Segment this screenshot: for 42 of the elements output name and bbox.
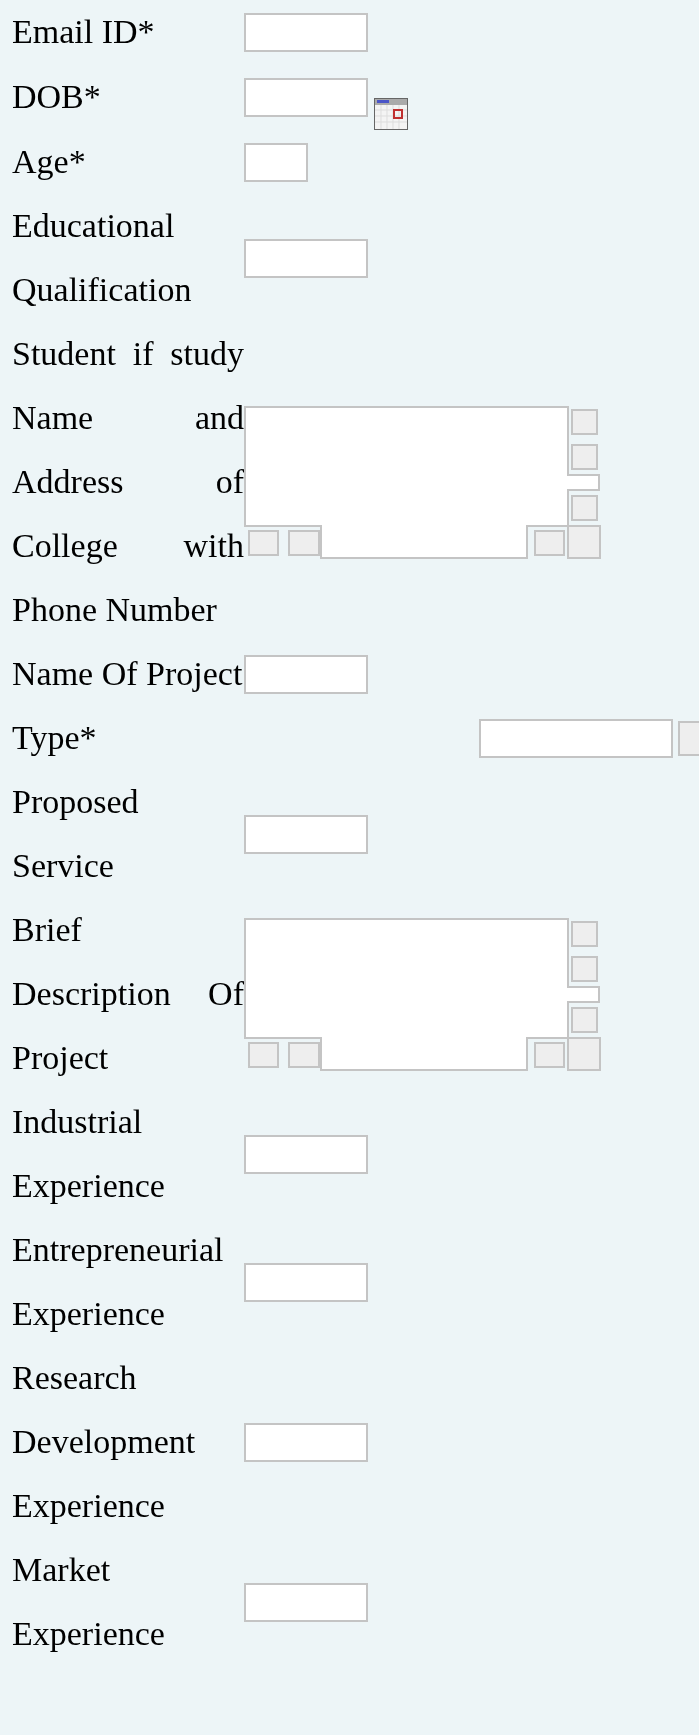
input-field[interactable] xyxy=(244,654,368,694)
text-area[interactable] xyxy=(244,917,600,1071)
text-area[interactable] xyxy=(244,405,600,559)
field-label: Brief Description Of Project xyxy=(12,910,244,1078)
input-field[interactable] xyxy=(244,1262,368,1302)
toolbar-button[interactable] xyxy=(534,529,565,556)
field-label: Name Of Project xyxy=(12,654,244,694)
input-field[interactable] xyxy=(244,1422,368,1462)
input-field[interactable] xyxy=(244,77,368,117)
field-label: Student if study Name and Address of College with Phone Number xyxy=(12,334,244,630)
toolbar-button[interactable] xyxy=(571,955,598,982)
toolbar-button[interactable] xyxy=(248,529,279,556)
input-field[interactable] xyxy=(244,12,368,52)
toolbar-button[interactable] xyxy=(567,1036,601,1071)
toolbar-button[interactable] xyxy=(571,494,598,521)
field-label: Market Experience xyxy=(12,1550,166,1654)
toolbar-button[interactable] xyxy=(571,443,598,470)
toolbar-button[interactable] xyxy=(567,524,601,559)
toolbar-button[interactable] xyxy=(248,1041,279,1068)
toolbar-button[interactable] xyxy=(571,1006,598,1033)
field-label: Entrepreneurial Experience xyxy=(12,1230,225,1334)
toolbar-button[interactable] xyxy=(678,720,699,756)
field-label: Research Development Experience xyxy=(12,1358,197,1526)
toolbar-button[interactable] xyxy=(534,1041,565,1068)
input-field[interactable] xyxy=(244,1582,368,1622)
toolbar-button[interactable] xyxy=(288,1041,320,1068)
calendar-icon[interactable] xyxy=(374,98,408,130)
toolbar-button[interactable] xyxy=(571,920,598,947)
field-label: Industrial Experience xyxy=(12,1102,166,1206)
field-label: Proposed Service xyxy=(12,782,140,886)
field-label: Age* xyxy=(12,142,87,182)
input-field[interactable] xyxy=(244,814,368,854)
toolbar-button[interactable] xyxy=(288,529,320,556)
field-label: Type* xyxy=(12,718,98,758)
field-label: Email ID* xyxy=(12,12,156,52)
field-label: DOB* xyxy=(12,77,102,117)
toolbar-button[interactable] xyxy=(571,408,598,435)
input-field[interactable] xyxy=(244,1134,368,1174)
input-field[interactable] xyxy=(244,238,368,278)
input-field[interactable] xyxy=(479,718,673,758)
field-label: Educational Qualification xyxy=(12,206,193,310)
input-field[interactable] xyxy=(244,142,308,182)
